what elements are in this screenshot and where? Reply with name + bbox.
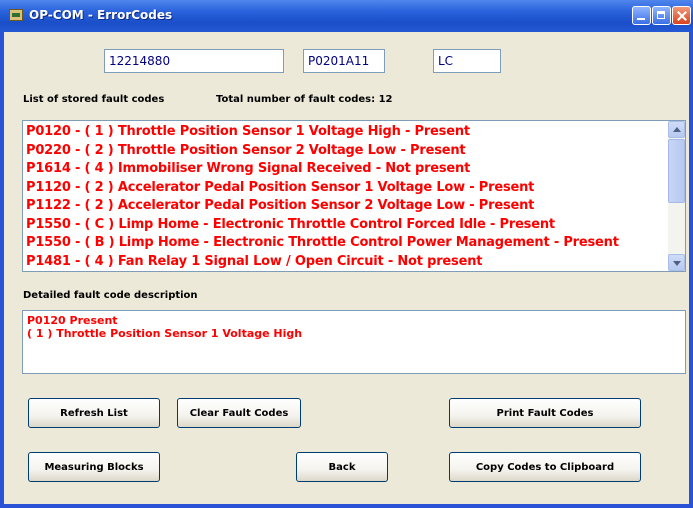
copy-codes-button[interactable]: Copy Codes to Clipboard: [449, 452, 641, 482]
app-icon[interactable]: [9, 9, 23, 21]
fault-list-item[interactable]: P1481 - ( 4 ) Fan Relay 1 Signal Low / O…: [26, 253, 666, 272]
fault-code-list[interactable]: P0120 - ( 1 ) Throttle Position Sensor 1…: [22, 120, 686, 272]
id-field-2[interactable]: P0201A11: [303, 49, 385, 73]
id-field-3[interactable]: LC: [433, 49, 501, 73]
fault-list-item[interactable]: P0220 - ( 2 ) Throttle Position Sensor 2…: [26, 142, 666, 161]
chevron-up-icon: [673, 127, 681, 132]
list-scrollbar[interactable]: [668, 121, 685, 271]
description-line: P0120 Present: [27, 314, 118, 327]
scroll-down-button[interactable]: [668, 254, 685, 271]
minimize-icon[interactable]: [632, 6, 651, 25]
chevron-down-icon: [673, 261, 681, 266]
description-line: ( 1 ) Throttle Position Sensor 1 Voltage…: [27, 327, 303, 340]
fault-list-item[interactable]: P1614 - ( 4 ) Immobiliser Wrong Signal R…: [26, 160, 666, 179]
errorcodes-window: OP-COM - ErrorCodes 12214880 P0201A11 LC…: [0, 0, 693, 508]
window-title: OP-COM - ErrorCodes: [29, 8, 173, 22]
fault-list-item[interactable]: P1550 - ( C ) Limp Home - Electronic Thr…: [26, 216, 666, 235]
measuring-blocks-button[interactable]: Measuring Blocks: [28, 452, 160, 482]
title-bar[interactable]: OP-COM - ErrorCodes: [0, 0, 693, 32]
print-fault-codes-button[interactable]: Print Fault Codes: [449, 398, 641, 428]
fault-list-label: List of stored fault codes: [23, 94, 165, 105]
maximize-icon[interactable]: [652, 6, 671, 25]
description-label: Detailed fault code description: [23, 290, 198, 301]
close-icon[interactable]: [672, 6, 691, 25]
back-button[interactable]: Back: [296, 452, 388, 482]
fault-list-item[interactable]: P1550 - ( B ) Limp Home - Electronic Thr…: [26, 234, 666, 253]
id-field-1[interactable]: 12214880: [104, 49, 284, 73]
fault-list-item[interactable]: P1122 - ( 2 ) Accelerator Pedal Position…: [26, 197, 666, 216]
scroll-up-button[interactable]: [668, 121, 685, 138]
fault-list-item[interactable]: P0120 - ( 1 ) Throttle Position Sensor 1…: [26, 123, 666, 142]
clear-fault-codes-button[interactable]: Clear Fault Codes: [177, 398, 301, 428]
fault-list-item[interactable]: P1120 - ( 2 ) Accelerator Pedal Position…: [26, 179, 666, 198]
fault-description-box[interactable]: P0120 Present ( 1 ) Throttle Position Se…: [22, 310, 686, 374]
scroll-thumb[interactable]: [668, 139, 685, 203]
fault-count-label: Total number of fault codes: 12: [216, 94, 393, 105]
refresh-list-button[interactable]: Refresh List: [28, 398, 160, 428]
